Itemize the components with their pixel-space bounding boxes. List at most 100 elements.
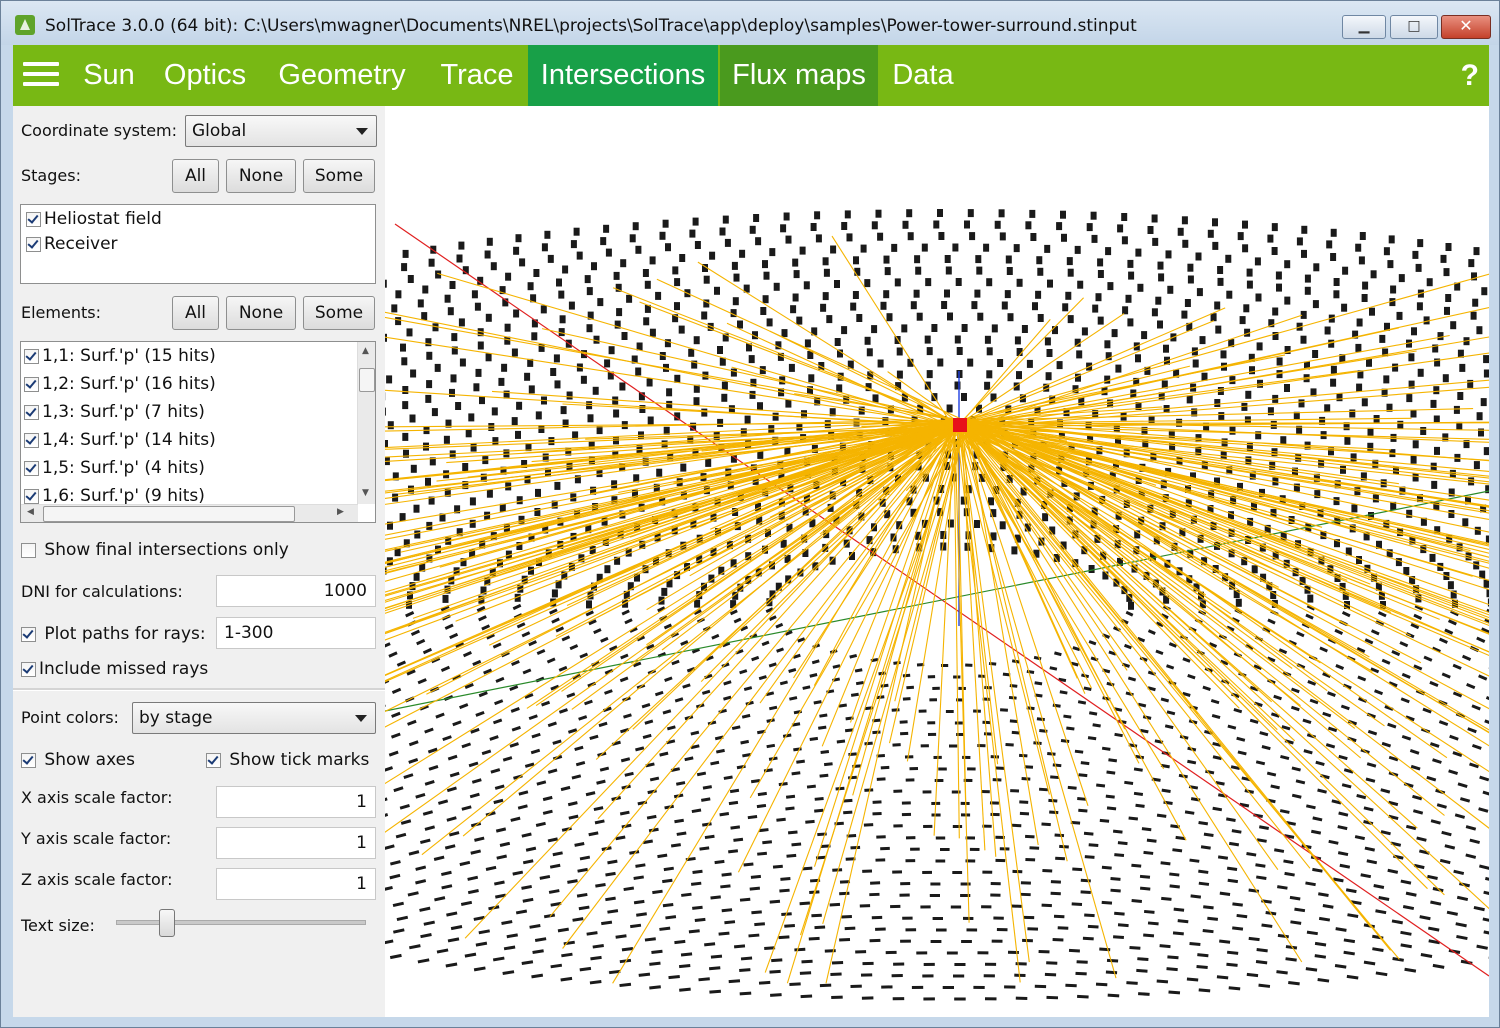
heliostat xyxy=(570,644,579,650)
list-item[interactable]: 1,1: Surf.'p' (15 hits) xyxy=(24,346,216,366)
tab-optics[interactable]: Optics xyxy=(155,45,255,106)
3d-ray-trace-viewport[interactable] xyxy=(385,106,1489,1017)
dni-input[interactable]: 1000 xyxy=(216,575,376,607)
heliostat xyxy=(1390,286,1396,294)
checkbox-checked-icon[interactable] xyxy=(24,461,39,476)
checkbox-checked-icon[interactable] xyxy=(21,753,36,768)
z-axis-scale-input[interactable]: 1 xyxy=(216,868,376,900)
tab-data[interactable]: Data xyxy=(885,45,961,106)
stages-all-button[interactable]: All xyxy=(172,159,219,193)
checkbox-checked-icon[interactable] xyxy=(26,237,41,252)
heliostat xyxy=(486,314,492,322)
tab-trace[interactable]: Trace xyxy=(429,45,525,106)
elements-all-button[interactable]: All xyxy=(172,296,219,330)
heliostat xyxy=(518,790,528,795)
heliostat xyxy=(698,977,710,981)
heliostat xyxy=(1486,696,1489,702)
heliostat xyxy=(723,680,731,685)
heliostat xyxy=(660,232,666,240)
list-item[interactable]: Heliostat field xyxy=(26,209,162,229)
checkbox-checked-icon[interactable] xyxy=(24,349,39,364)
include-missed-rays-checkbox[interactable]: Include missed rays xyxy=(21,659,208,679)
heliostat xyxy=(729,801,738,805)
heliostat xyxy=(1417,239,1423,247)
heliostat xyxy=(1197,953,1208,957)
elements-vertical-scrollbar[interactable]: ▲ ▼ xyxy=(357,342,375,504)
y-axis-scale-input[interactable]: 1 xyxy=(216,827,376,859)
scroll-thumb[interactable] xyxy=(359,368,375,392)
minimize-button[interactable]: ▁ xyxy=(1342,15,1386,39)
heliostat xyxy=(663,709,672,714)
coordinate-system-select[interactable]: Global xyxy=(185,115,377,147)
heliostat xyxy=(1411,456,1417,464)
checkbox-checked-icon[interactable] xyxy=(21,627,36,642)
scroll-up-icon[interactable]: ▲ xyxy=(362,346,369,356)
help-button[interactable]: ? xyxy=(1461,45,1479,106)
scroll-left-icon[interactable]: ◀ xyxy=(27,507,34,517)
list-item[interactable]: 1,2: Surf.'p' (16 hits) xyxy=(24,374,216,394)
ray-trace-scene[interactable] xyxy=(385,106,1489,1017)
heliostat xyxy=(1271,421,1277,429)
plot-paths-input[interactable]: 1-300 xyxy=(216,617,376,649)
close-button[interactable]: ✕ xyxy=(1441,15,1491,39)
heliostat xyxy=(1272,223,1278,231)
heliostat xyxy=(385,440,388,448)
text-size-slider-handle[interactable] xyxy=(159,909,175,937)
heliostat xyxy=(1439,720,1448,726)
heliostat xyxy=(872,812,881,815)
checkbox-unchecked-icon[interactable] xyxy=(21,543,36,558)
stages-some-button[interactable]: Some xyxy=(303,159,375,193)
elements-horizontal-scrollbar[interactable]: ◀ ▶ xyxy=(21,504,358,522)
checkbox-checked-icon[interactable] xyxy=(206,753,221,768)
heliostat xyxy=(757,852,767,856)
show-final-intersections-checkbox[interactable]: Show final intersections only xyxy=(21,540,289,560)
heliostat xyxy=(1236,737,1245,742)
heliostat xyxy=(814,211,820,219)
show-tick-marks-checkbox[interactable]: Show tick marks xyxy=(206,750,369,770)
heliostat xyxy=(1085,855,1095,859)
heliostat xyxy=(1135,804,1144,808)
tab-geometry[interactable]: Geometry xyxy=(269,45,415,106)
heliostat xyxy=(988,497,994,505)
point-colors-select[interactable]: by stage xyxy=(132,702,376,734)
show-axes-checkbox[interactable]: Show axes xyxy=(21,750,135,770)
checkbox-checked-icon[interactable] xyxy=(24,433,39,448)
scroll-down-icon[interactable]: ▼ xyxy=(362,488,369,498)
x-axis-scale-input[interactable]: 1 xyxy=(216,786,376,818)
list-item[interactable]: 1,5: Surf.'p' (4 hits) xyxy=(24,458,205,478)
stages-none-button[interactable]: None xyxy=(226,159,296,193)
heliostat xyxy=(872,221,878,229)
elements-none-button[interactable]: None xyxy=(226,296,296,330)
list-item[interactable]: 1,3: Surf.'p' (7 hits) xyxy=(24,402,205,422)
maximize-button[interactable]: □ xyxy=(1390,15,1438,39)
tab-intersections[interactable]: Intersections xyxy=(528,45,718,106)
heliostat xyxy=(819,774,828,778)
list-item[interactable]: 1,4: Surf.'p' (14 hits) xyxy=(24,430,216,450)
plot-paths-checkbox[interactable]: Plot paths for rays: xyxy=(21,624,206,644)
checkbox-checked-icon[interactable] xyxy=(24,377,39,392)
checkbox-checked-icon[interactable] xyxy=(26,212,41,227)
scroll-thumb[interactable] xyxy=(43,506,295,522)
checkbox-checked-icon[interactable] xyxy=(21,662,36,677)
heliostat xyxy=(1317,978,1329,982)
scroll-right-icon[interactable]: ▶ xyxy=(337,507,344,517)
elements-some-button[interactable]: Some xyxy=(303,296,375,330)
heliostat xyxy=(680,640,688,646)
list-item[interactable]: 1,6: Surf.'p' (9 hits) xyxy=(24,486,205,506)
heliostat xyxy=(1357,676,1366,682)
checkbox-checked-icon[interactable] xyxy=(24,405,39,420)
tab-flux-maps[interactable]: Flux maps xyxy=(720,45,878,106)
heliostat xyxy=(849,654,857,659)
list-item[interactable]: Receiver xyxy=(26,234,118,254)
heliostat xyxy=(536,411,542,419)
heliostat xyxy=(1049,810,1058,814)
heliostat xyxy=(1068,269,1074,277)
heliostat xyxy=(400,804,410,810)
heliostat xyxy=(1483,917,1489,922)
checkbox-checked-icon[interactable] xyxy=(24,489,39,504)
text-size-slider[interactable] xyxy=(116,920,366,925)
tab-sun[interactable]: Sun xyxy=(73,45,145,106)
heliostat xyxy=(1181,311,1187,319)
hamburger-menu-icon[interactable] xyxy=(23,62,59,90)
heliostat xyxy=(1089,711,1097,715)
